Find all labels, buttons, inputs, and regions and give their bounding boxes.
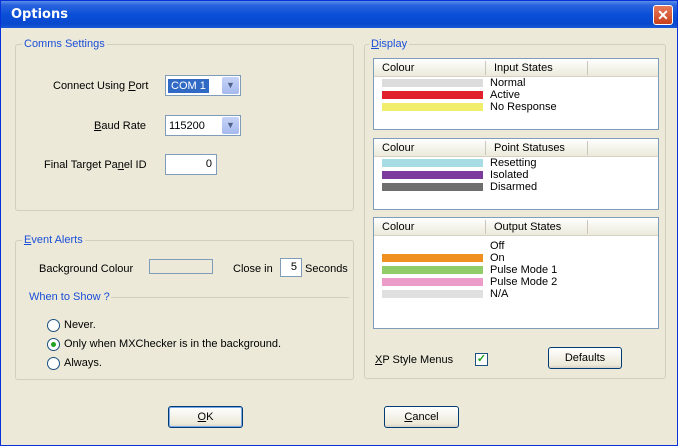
when-to-show-divider [111, 297, 349, 298]
list-header: Colour Point Statuses [374, 139, 658, 157]
colour-column-header[interactable]: Colour [382, 62, 414, 74]
window-title: Options [11, 7, 68, 22]
colour-swatch [382, 159, 483, 167]
input-states-column-header[interactable]: Input States [494, 62, 553, 74]
defaults-button[interactable]: Defaults [548, 347, 622, 369]
checkmark-icon: ✓ [476, 353, 487, 365]
radio-only-background[interactable] [47, 338, 60, 351]
list-item[interactable]: Off [374, 240, 658, 252]
colour-swatch [382, 254, 483, 262]
radio-always-label[interactable]: Always. [64, 357, 102, 369]
close-in-label: Close in [233, 263, 273, 275]
list-item[interactable]: Pulse Mode 1 [374, 264, 658, 276]
baud-combo[interactable]: 115200 ▼ [165, 115, 241, 136]
xp-style-menus-checkbox[interactable]: ✓ [475, 353, 488, 366]
list-item[interactable]: Resetting [374, 157, 658, 169]
ok-button[interactable]: OK [168, 406, 243, 428]
colour-swatch [382, 278, 483, 286]
list-item[interactable]: Pulse Mode 2 [374, 276, 658, 288]
seconds-label: Seconds [305, 263, 348, 275]
list-item[interactable]: Disarmed [374, 181, 658, 193]
list-item[interactable]: N/A [374, 288, 658, 300]
colour-swatch [382, 103, 483, 111]
title-bar[interactable]: Options ✕ [1, 1, 677, 28]
list-item[interactable]: Normal [374, 77, 658, 89]
cancel-button[interactable]: Cancel [384, 406, 459, 428]
port-value: COM 1 [168, 79, 209, 93]
colour-swatch [382, 91, 483, 99]
input-states-list[interactable]: Colour Input States Normal Active No Res… [373, 58, 659, 130]
radio-never-label[interactable]: Never. [64, 319, 96, 331]
output-states-column-header[interactable]: Output States [494, 221, 561, 233]
list-item[interactable]: Isolated [374, 169, 658, 181]
close-button[interactable]: ✕ [653, 5, 673, 25]
output-states-list[interactable]: Colour Output States Off On Pulse Mode 1… [373, 217, 659, 329]
list-item[interactable]: On [374, 252, 658, 264]
baud-label: Baud Rate [94, 120, 146, 132]
colour-swatch [382, 183, 483, 191]
radio-never[interactable] [47, 319, 60, 332]
display-legend: Display [369, 38, 410, 50]
list-item[interactable]: Active [374, 89, 658, 101]
options-dialog: Options ✕ Comms Settings Connect Using P… [0, 0, 678, 446]
port-combo[interactable]: COM 1 ▼ [165, 75, 241, 96]
background-colour-label: Background Colour [39, 263, 134, 275]
list-item[interactable]: No Response [374, 101, 658, 113]
colour-swatch [382, 266, 483, 274]
comms-settings-legend: Comms Settings [22, 38, 107, 50]
chevron-down-icon[interactable]: ▼ [222, 117, 239, 134]
chevron-down-icon[interactable]: ▼ [222, 77, 239, 94]
colour-swatch [382, 79, 483, 87]
list-header: Colour Output States [374, 218, 658, 236]
xp-style-menus-label[interactable]: XP Style Menus [375, 354, 453, 366]
point-statuses-column-header[interactable]: Point Statuses [494, 142, 565, 154]
panel-id-input[interactable]: 0 [165, 154, 217, 175]
list-header: Colour Input States [374, 59, 658, 77]
close-icon: ✕ [657, 7, 669, 23]
close-in-input[interactable]: 5 [280, 258, 302, 277]
radio-only-background-label[interactable]: Only when MXChecker is in the background… [64, 338, 281, 350]
colour-column-header[interactable]: Colour [382, 221, 414, 233]
colour-swatch [382, 290, 483, 298]
event-alerts-legend: Event Alerts [22, 234, 85, 246]
colour-column-header[interactable]: Colour [382, 142, 414, 154]
port-label: Connect Using Port [53, 80, 149, 92]
point-statuses-list[interactable]: Colour Point Statuses Resetting Isolated… [373, 138, 659, 210]
when-to-show-legend: When to Show ? [29, 291, 113, 303]
colour-swatch [382, 171, 483, 179]
baud-value: 115200 [169, 120, 205, 132]
panel-id-label: Final Target Panel ID [44, 159, 147, 171]
radio-always[interactable] [47, 357, 60, 370]
colour-swatch [382, 242, 483, 250]
background-colour-swatch[interactable] [149, 259, 213, 274]
